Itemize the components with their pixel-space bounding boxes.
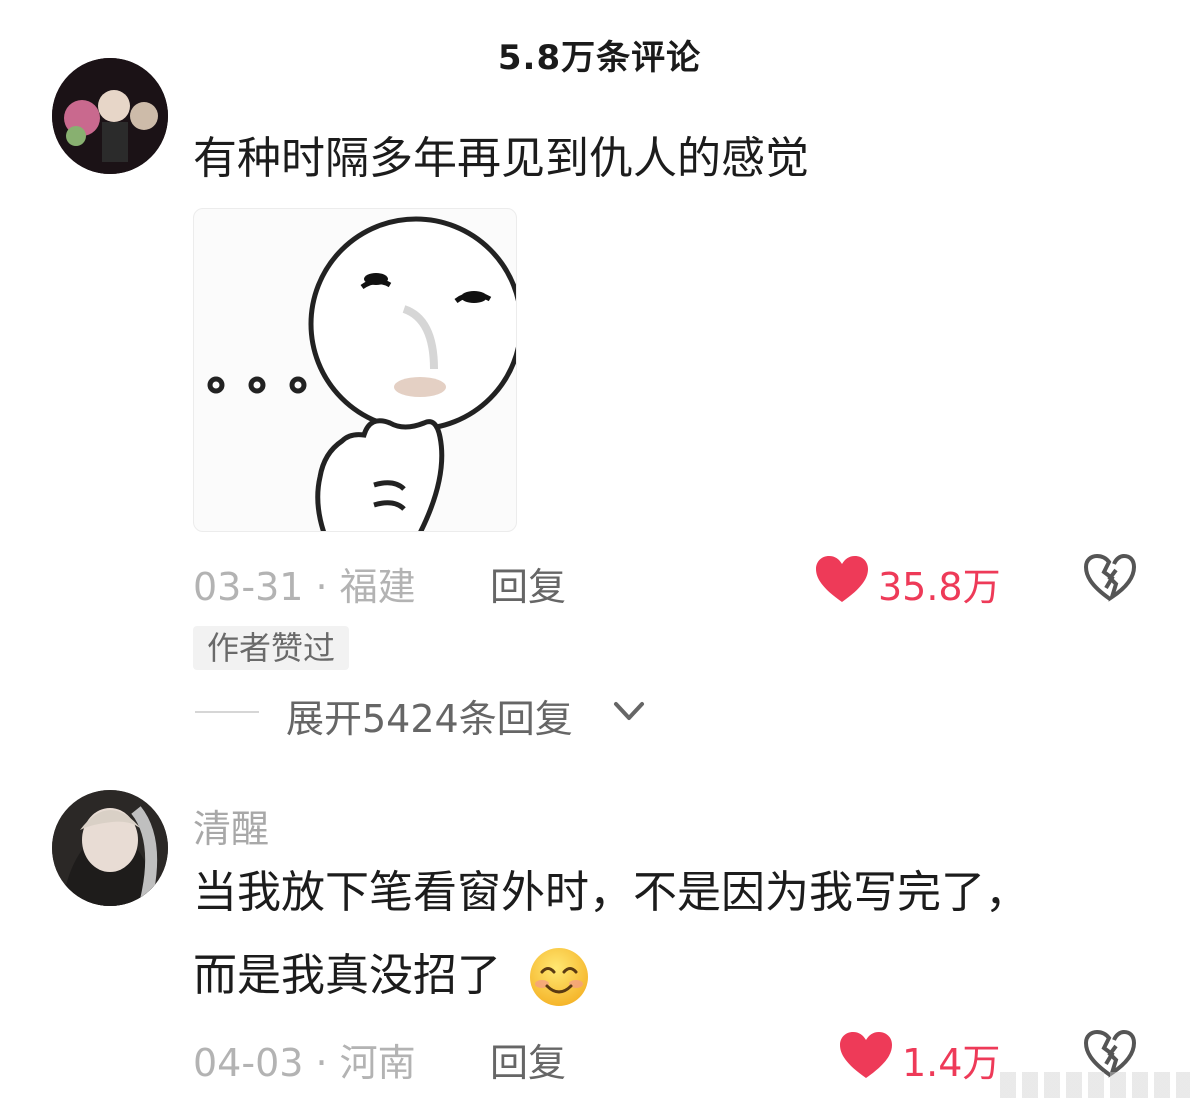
comment-text: 有种时隔多年再见到仇人的感觉 (193, 133, 809, 184)
smiling-face-emoji (530, 948, 588, 1006)
like-heart-icon[interactable] (816, 556, 868, 604)
avatar[interactable] (52, 58, 168, 174)
expand-replies-button[interactable]: 展开5424条回复 (286, 688, 573, 743)
reply-button[interactable]: 回复 (490, 1032, 566, 1087)
reply-button[interactable]: 回复 (490, 556, 566, 611)
comment-location: 福建 (339, 565, 416, 609)
avatar[interactable] (52, 790, 168, 906)
dislike-broken-heart-icon[interactable] (1084, 554, 1136, 602)
like-count: 35.8万 (878, 565, 1001, 609)
comments-count-title: 5.8万条评论 (497, 38, 702, 78)
like-count: 1.4万 (902, 1041, 1001, 1085)
dislike-broken-heart-icon[interactable] (1084, 1030, 1136, 1078)
chevron-down-icon[interactable] (612, 700, 646, 724)
comment-date-location: 04-03 · 河南 (193, 1041, 416, 1085)
expand-divider (195, 711, 259, 713)
comment-text-line-1: 当我放下笔看窗外时，不是因为我写完了， (193, 867, 1029, 918)
watermark (1000, 1072, 1190, 1098)
like-heart-icon[interactable] (840, 1032, 892, 1080)
comment-date-location: 03-31 · 福建 (193, 565, 416, 609)
comment-location: 河南 (339, 1041, 416, 1085)
comment-date: 03-31 (193, 565, 304, 609)
author-liked-badge: 作者赞过 (193, 626, 350, 670)
comment-text-line-2: 而是我真没招了 (193, 950, 501, 1001)
thinking-face-sticker[interactable] (193, 208, 517, 532)
username[interactable]: 清醒 (193, 798, 269, 853)
comment-date: 04-03 (193, 1041, 304, 1085)
